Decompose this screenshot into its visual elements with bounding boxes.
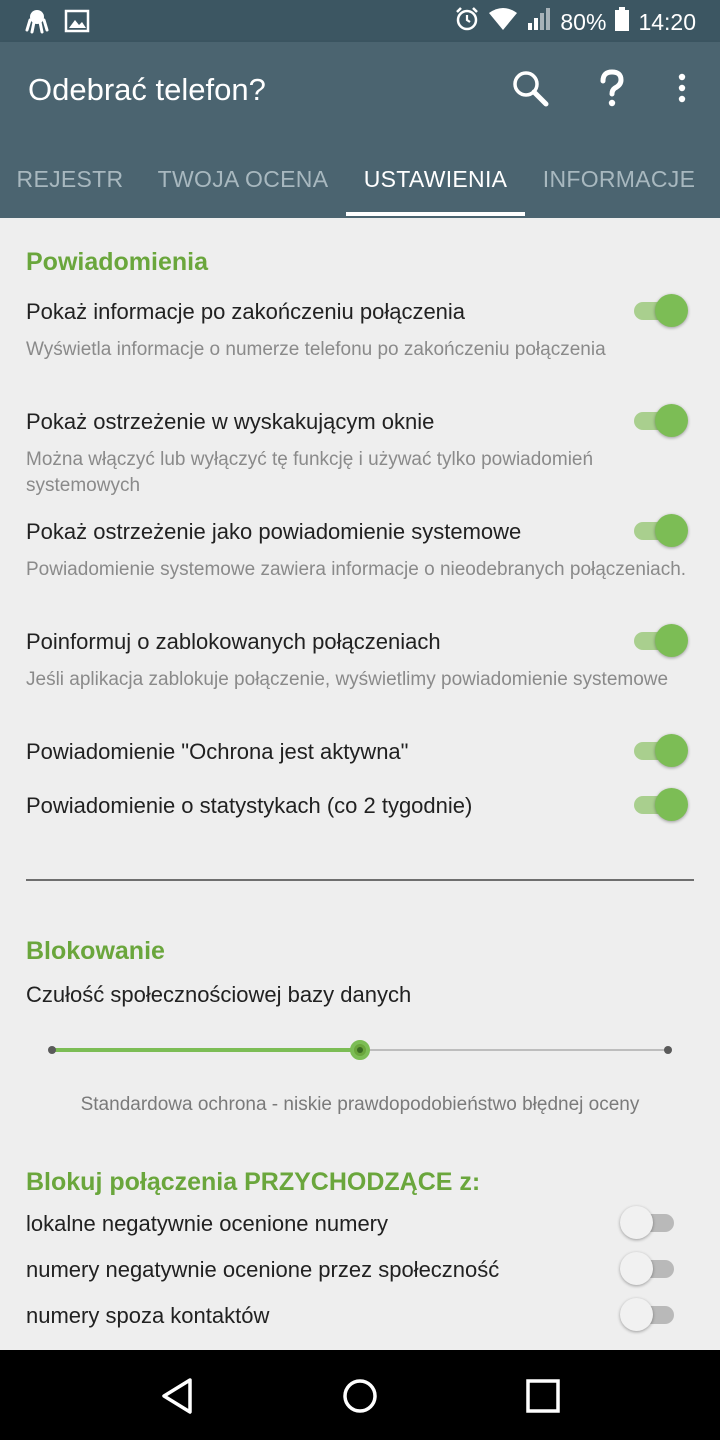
toggle-non-contacts[interactable]: [620, 1297, 678, 1331]
section-header-notifications: Powiadomienia: [26, 248, 208, 276]
tab-twoja-ocena[interactable]: TWOJA OCENA: [140, 158, 346, 218]
status-bar: 80% 14:20: [0, 0, 720, 42]
alarm-icon: [454, 6, 480, 38]
pref-title-community-negative[interactable]: numery negatywnie ocenione przez społecz…: [26, 1257, 499, 1283]
page-title: Odebrać telefon?: [28, 72, 266, 107]
pref-title-system-notification[interactable]: Pokaż ostrzeżenie jako powiadomienie sys…: [26, 519, 521, 545]
slider-tick-min: [48, 1046, 56, 1054]
sensitivity-label: Czułość społecznościowej bazy danych: [26, 982, 412, 1007]
pref-summary-blocked-calls-info: Jeśli aplikacja zablokuje połączenie, wy…: [26, 669, 669, 690]
settings-list[interactable]: Powiadomienia Pokaż informacje po zakońc…: [0, 218, 720, 1350]
section-header-block-incoming: Blokuj połączenia PRZYCHODZĄCE z:: [26, 1168, 481, 1196]
tab-ustawienia[interactable]: USTAWIENIA: [346, 158, 525, 218]
app-bar: Odebrać telefon? REJESTR TWOJA OCENA UST…: [0, 42, 720, 218]
toggle-statistics[interactable]: [630, 787, 688, 821]
active-tab-indicator: [346, 212, 525, 216]
pref-title-post-call-info[interactable]: Pokaż informacje po zakończeniu połączen…: [26, 299, 465, 325]
toggle-protection-active[interactable]: [630, 733, 688, 767]
clock: 14:20: [638, 8, 696, 35]
toggle-post-call-info[interactable]: [630, 293, 688, 327]
toggle-popup-warning[interactable]: [630, 403, 688, 437]
more-vert-icon[interactable]: [662, 68, 702, 108]
toggle-system-notification[interactable]: [630, 513, 688, 547]
pref-summary-system-notification: Powiadomienie systemowe zawiera informac…: [26, 559, 687, 580]
pref-title-local-negative[interactable]: lokalne negatywnie ocenione numery: [26, 1211, 388, 1237]
section-header-blocking: Blokowanie: [26, 937, 165, 965]
pref-summary-post-call-info: Wyświetla informacje o numerze telefonu …: [26, 339, 606, 360]
wifi-icon: [488, 6, 518, 38]
pref-title-blocked-calls-info[interactable]: Poinformuj o zablokowanych połączeniach: [26, 629, 441, 655]
toggle-blocked-calls-info[interactable]: [630, 623, 688, 657]
search-icon[interactable]: [510, 68, 550, 108]
help-icon[interactable]: [592, 68, 632, 108]
sensitivity-slider[interactable]: [48, 1040, 672, 1060]
pref-title-popup-warning[interactable]: Pokaż ostrzeżenie w wyskakującym oknie: [26, 409, 434, 435]
slider-fill: [52, 1048, 360, 1052]
tab-rejestr[interactable]: REJESTR: [0, 158, 140, 218]
octopus-notification-icon: [24, 8, 50, 39]
sensitivity-caption: Standardowa ochrona - niskie prawdopodob…: [80, 1094, 640, 1115]
battery-icon: [614, 6, 630, 38]
slider-tick-max: [664, 1046, 672, 1054]
toggle-community-negative[interactable]: [620, 1251, 678, 1285]
pref-title-protection-active[interactable]: Powiadomienie "Ochrona jest aktywna": [26, 739, 408, 765]
pref-title-non-contacts[interactable]: numery spoza kontaktów: [26, 1303, 269, 1329]
system-nav-bar: [0, 1350, 720, 1440]
pref-summary-popup-warning: Można włączyć lub wyłączyć tę funkcję i …: [26, 449, 594, 496]
battery-percentage: 80%: [560, 8, 607, 35]
tab-informacje[interactable]: INFORMACJE: [525, 158, 713, 218]
image-notification-icon: [64, 8, 90, 39]
signal-icon: [526, 6, 552, 38]
recents-icon[interactable]: [519, 1372, 567, 1420]
section-divider: [26, 879, 694, 881]
tab-bar: REJESTR TWOJA OCENA USTAWIENIA INFORMACJ…: [0, 158, 720, 218]
pref-title-statistics[interactable]: Powiadomienie o statystykach (co 2 tygod…: [26, 793, 472, 819]
back-icon[interactable]: [154, 1372, 202, 1420]
slider-thumb[interactable]: [350, 1040, 370, 1060]
toggle-local-negative[interactable]: [620, 1205, 678, 1239]
home-icon[interactable]: [336, 1372, 384, 1420]
